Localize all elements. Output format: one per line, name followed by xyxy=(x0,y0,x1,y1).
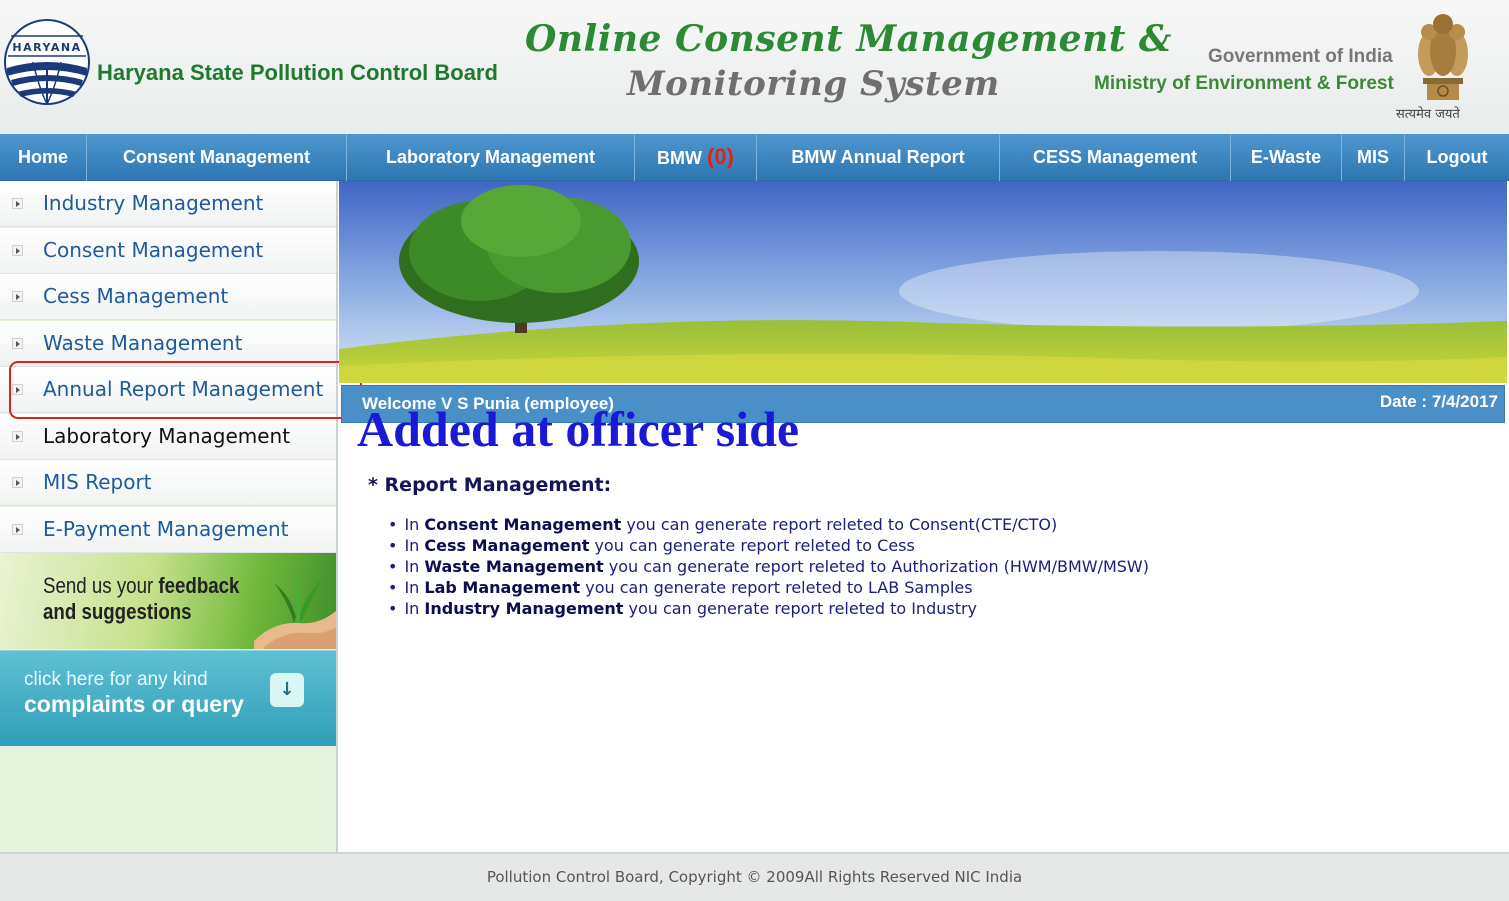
motto-text: सत्यमेव जयते xyxy=(1396,107,1460,122)
chevron-right-icon xyxy=(12,477,23,488)
complaints-banner[interactable]: click here for any kind complaints or qu… xyxy=(0,650,336,746)
footer: Pollution Control Board, Copyright © 200… xyxy=(0,852,1509,901)
nav-consent-management[interactable]: Consent Management xyxy=(87,134,346,181)
list-item: In Waste Management you can generate rep… xyxy=(388,556,1149,577)
nav-laboratory-management[interactable]: Laboratory Management xyxy=(347,134,634,181)
list-item: In Industry Management you can generate … xyxy=(388,598,1149,619)
chevron-right-icon xyxy=(12,291,23,302)
nav-cess-management[interactable]: CESS Management xyxy=(1000,134,1230,181)
list-item: In Consent Management you can generate r… xyxy=(388,514,1149,535)
report-list: In Consent Management you can generate r… xyxy=(388,514,1149,619)
sidebar-item-label: Laboratory Management xyxy=(43,424,291,448)
nav-e-waste[interactable]: E-Waste xyxy=(1231,134,1341,181)
feedback-text-line2: and suggestions xyxy=(43,599,192,624)
list-item: In Cess Management you can generate repo… xyxy=(388,535,1149,556)
sidebar-item-e-payment-management[interactable]: E-Payment Management xyxy=(0,507,336,553)
svg-text:HARYANA: HARYANA xyxy=(12,41,81,54)
system-title-line1: Online Consent Management & xyxy=(525,18,1172,60)
site-header: HARYANA Haryana State Pollution Control … xyxy=(0,0,1509,134)
nav-bmw[interactable]: BMW (0) xyxy=(635,134,756,181)
annotation-text: Added at officer side xyxy=(357,401,800,457)
list-item: In Lab Management you can generate repor… xyxy=(388,577,1149,598)
highlight-box xyxy=(9,361,362,419)
sidebar-item-label: MIS Report xyxy=(43,470,152,494)
sidebar-item-label: E-Payment Management xyxy=(43,517,289,541)
nav-home[interactable]: Home xyxy=(0,134,86,181)
arrow-down-icon[interactable]: ↓ xyxy=(270,673,304,707)
ministry-label: Ministry of Environment & Forest xyxy=(1094,73,1394,94)
sidebar-item-cess-management[interactable]: Cess Management xyxy=(0,274,336,320)
main-nav: Home Consent Management Laboratory Manag… xyxy=(0,134,1509,181)
sidebar-item-industry-management[interactable]: Industry Management xyxy=(0,181,336,227)
landscape-banner-image xyxy=(339,181,1507,383)
chevron-right-icon xyxy=(12,198,23,209)
complaints-text-line2: complaints or query xyxy=(24,691,244,717)
date-text: Date : 7/4/2017 xyxy=(1379,392,1498,411)
copyright-text: Pollution Control Board, Copyright © 200… xyxy=(486,868,1023,886)
chevron-right-icon xyxy=(12,338,23,349)
haryana-board-logo-icon: HARYANA xyxy=(4,19,90,105)
sidebar-item-label: Consent Management xyxy=(43,238,264,262)
nav-bmw-annual-report[interactable]: BMW Annual Report xyxy=(757,134,999,181)
complaints-text-line1: click here for any kind xyxy=(24,669,208,690)
feedback-text-line1: Send us your feedback xyxy=(43,573,240,598)
bmw-count-badge: (0) xyxy=(707,144,734,169)
system-title-line2: Monitoring System xyxy=(627,64,1000,104)
sidebar-item-label: Waste Management xyxy=(43,331,243,355)
nav-logout[interactable]: Logout xyxy=(1405,134,1509,181)
chevron-right-icon xyxy=(12,245,23,256)
national-emblem-icon xyxy=(1418,14,1468,100)
government-label: Government of India xyxy=(1208,46,1393,67)
hands-plant-icon xyxy=(254,567,336,649)
nav-mis[interactable]: MIS xyxy=(1342,134,1404,181)
sidebar-item-label: Industry Management xyxy=(43,191,264,215)
sidebar-item-label: Cess Management xyxy=(43,284,229,308)
board-name: Haryana State Pollution Control Board xyxy=(97,60,498,85)
sidebar-item-mis-report[interactable]: MIS Report xyxy=(0,460,336,506)
chevron-right-icon xyxy=(12,524,23,535)
chevron-right-icon xyxy=(12,431,23,442)
sidebar-item-consent-management[interactable]: Consent Management xyxy=(0,228,336,274)
sidebar: Industry Management Consent Management C… xyxy=(0,181,338,852)
nav-bmw-label: BMW xyxy=(657,148,703,168)
feedback-banner[interactable]: Send us your feedback and suggestions xyxy=(0,553,336,649)
report-management-heading: * Report Management: xyxy=(368,474,612,496)
sidebar-item-laboratory-management[interactable]: Laboratory Management xyxy=(0,414,336,460)
